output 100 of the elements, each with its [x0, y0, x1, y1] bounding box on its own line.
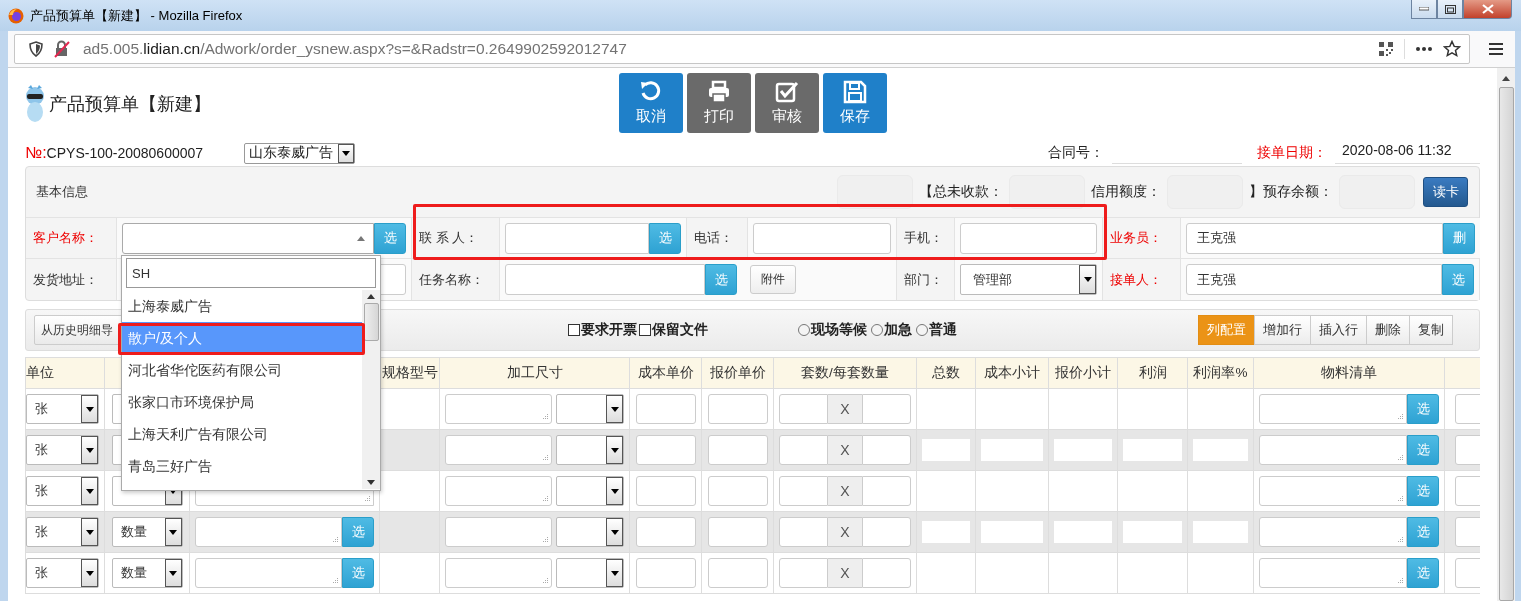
dropdown-field[interactable]	[556, 558, 624, 588]
input-field[interactable]	[779, 394, 828, 424]
close-button[interactable]	[1463, 0, 1512, 19]
input-field[interactable]	[505, 222, 649, 254]
multiply-label: X	[828, 435, 862, 465]
radio-button[interactable]	[798, 324, 810, 336]
dropdown-field[interactable]: 张	[26, 435, 99, 465]
input-field[interactable]	[505, 264, 705, 295]
multiply-label: X	[828, 558, 862, 588]
action-button[interactable]: 复制	[1409, 315, 1453, 345]
restore-icon	[1444, 4, 1456, 14]
column-header: 单位	[26, 364, 54, 382]
field-label: 信用额度：	[1091, 183, 1161, 201]
input-field[interactable]	[635, 394, 696, 424]
checkbox-icon	[774, 80, 799, 104]
column-header: 利润率%	[1193, 364, 1248, 382]
dropdown-field[interactable]: 数量	[111, 558, 183, 588]
text-area[interactable]	[1259, 476, 1407, 506]
arrow-down-icon[interactable]	[367, 480, 375, 485]
input-field[interactable]	[707, 476, 768, 506]
text-area[interactable]	[1259, 435, 1407, 465]
field-label: 客户名称：	[33, 229, 98, 247]
maximize-button[interactable]	[1437, 0, 1463, 19]
text-area[interactable]	[1259, 517, 1407, 547]
input-field[interactable]: 王克强	[1186, 264, 1442, 295]
input-field[interactable]	[862, 394, 911, 424]
dropdown-field[interactable]: 张	[26, 517, 99, 547]
list-item[interactable]: 青岛三好广告	[122, 450, 362, 482]
input-field[interactable]	[779, 558, 828, 588]
input-field[interactable]	[635, 517, 696, 547]
input-field[interactable]	[779, 517, 828, 547]
input-field[interactable]	[635, 435, 696, 465]
list-item[interactable]: 河北省华佗医药有限公司	[122, 354, 362, 386]
close-icon	[1481, 4, 1494, 14]
arrow-up-icon[interactable]	[367, 294, 375, 299]
date-field[interactable]: 2020-08-06 11:32	[1335, 142, 1480, 164]
company-select[interactable]: 山东泰威广告	[244, 142, 355, 164]
list-item[interactable]: 张家口市环境保护局	[122, 386, 362, 418]
text-area[interactable]	[195, 517, 342, 547]
text-area[interactable]	[195, 558, 342, 588]
input-field[interactable]	[862, 517, 911, 547]
action-button[interactable]: 插入行	[1310, 315, 1367, 345]
dropdown-field[interactable]	[556, 394, 624, 424]
menu-icon[interactable]	[1488, 42, 1504, 56]
dropdown-field[interactable]	[556, 517, 624, 547]
dropdown-field[interactable]: 张	[26, 558, 99, 588]
more-icon[interactable]	[1415, 46, 1433, 52]
field-label: 业务员：	[1110, 229, 1162, 247]
dropdown-field[interactable]	[556, 435, 624, 465]
input-field[interactable]: 王克强	[1186, 222, 1443, 254]
read-card-button[interactable]: 读卡	[1423, 177, 1468, 207]
input-field[interactable]	[635, 476, 696, 506]
field-label: 合同号：	[1048, 144, 1104, 162]
input-field[interactable]	[707, 558, 768, 588]
dropdown-field[interactable]: 张	[26, 476, 99, 506]
checkbox[interactable]	[639, 324, 651, 336]
input-field[interactable]	[862, 558, 911, 588]
text-area[interactable]	[1259, 558, 1407, 588]
toolbar-button[interactable]: 打印	[686, 73, 751, 133]
address-bar[interactable]: ad5.005.lidian.cn/Adwork/order_ysnew.aspx?s=&Radstr=0.2649902592012747	[14, 34, 1470, 64]
action-button[interactable]: 增加行	[1254, 315, 1311, 345]
dropdown-field[interactable]: 张	[26, 394, 99, 424]
shield-icon	[29, 41, 43, 57]
search-field[interactable]: SH	[126, 258, 376, 288]
text-area[interactable]	[1259, 394, 1407, 424]
star-icon[interactable]	[1443, 40, 1461, 58]
readonly-field	[1123, 521, 1182, 543]
field-label: 】预存余额：	[1249, 183, 1333, 201]
printer-icon	[706, 80, 731, 104]
input-field[interactable]	[862, 476, 911, 506]
toolbar-button[interactable]: 审核	[754, 73, 819, 133]
checkbox[interactable]	[568, 324, 580, 336]
readonly-field	[981, 521, 1043, 543]
input-field[interactable]	[779, 476, 828, 506]
input-field[interactable]	[707, 394, 768, 424]
dropdown-field[interactable]	[556, 476, 624, 506]
dropdown-field[interactable]: 数量	[111, 517, 183, 547]
input-field[interactable]	[960, 222, 1097, 254]
page-title: 产品预算单【新建】	[49, 93, 211, 116]
list-item[interactable]: 上海天利广告有限公司	[122, 418, 362, 450]
readonly-field	[1123, 439, 1182, 461]
readonly-field	[1054, 439, 1112, 461]
input-field[interactable]	[862, 435, 911, 465]
dropdown-field[interactable]: 管理部	[960, 264, 1097, 295]
input-field[interactable]	[779, 435, 828, 465]
toolbar-button[interactable]: 保存	[822, 73, 887, 133]
url-text[interactable]: ad5.005.lidian.cn/Adwork/order_ysnew.aspx?s=&Radstr=0.2649902592012747	[83, 40, 627, 58]
input-field[interactable]	[707, 517, 768, 547]
radio-button[interactable]	[871, 324, 883, 336]
input-field[interactable]	[635, 558, 696, 588]
radio-button[interactable]	[916, 324, 928, 336]
toolbar-button[interactable]: 取消	[618, 73, 683, 133]
field-label: 电话：	[694, 229, 733, 247]
input-field[interactable]	[753, 222, 891, 254]
attachment-button[interactable]: 附件	[750, 265, 796, 294]
action-button[interactable]: 删除	[1366, 315, 1410, 345]
input-field[interactable]	[707, 435, 768, 465]
qr-code-icon[interactable]	[1378, 41, 1394, 57]
scrollbar-thumb[interactable]	[363, 303, 379, 341]
combo-field[interactable]	[122, 222, 374, 254]
